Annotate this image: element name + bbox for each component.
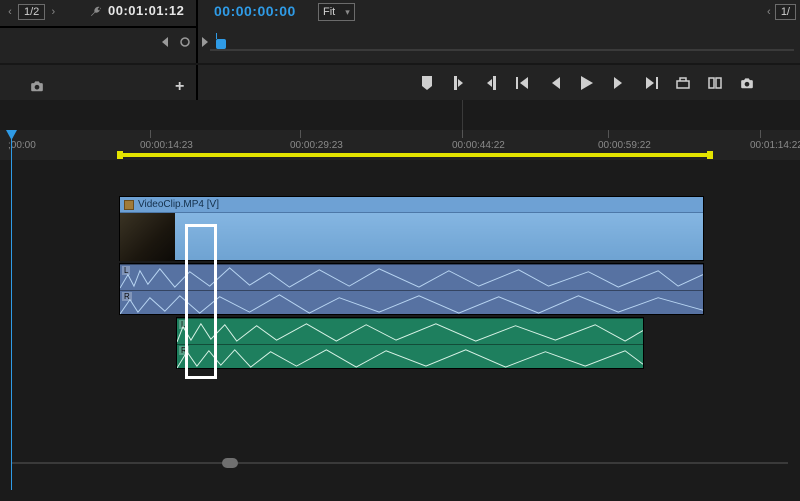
next-keyframe-icon[interactable]: [200, 37, 210, 47]
wrench-icon[interactable]: [90, 5, 102, 20]
transport-controls: [420, 76, 754, 90]
ruler-label: ;00:00: [8, 140, 36, 151]
add-button-icon[interactable]: +: [175, 78, 184, 96]
lift-icon[interactable]: [676, 76, 690, 90]
source-keyframe-nav: [160, 37, 210, 47]
marker-icon[interactable]: [420, 76, 434, 90]
clip-title: VideoClip.MP4 [V]: [138, 199, 219, 210]
source-page-indicator[interactable]: 1/2: [18, 4, 45, 20]
add-keyframe-icon[interactable]: [180, 37, 190, 47]
out-point-icon[interactable]: [484, 76, 498, 90]
program-page-indicator[interactable]: 1/: [775, 4, 796, 20]
extract-icon[interactable]: [708, 76, 722, 90]
zoom-fit-dropdown[interactable]: Fit ▾: [318, 3, 355, 21]
ruler-label: 00:00:29:23: [290, 140, 343, 151]
ruler-label: 00:01:14:22: [750, 140, 800, 151]
prev-keyframe-icon[interactable]: [160, 37, 170, 47]
scroll-thumb[interactable]: [222, 458, 238, 468]
chevron-down-icon: ▾: [345, 7, 350, 18]
go-to-in-icon[interactable]: [516, 76, 530, 90]
mini-playhead-icon[interactable]: [216, 39, 226, 49]
ruler-label: 00:00:14:23: [140, 140, 193, 151]
page-prev-icon[interactable]: ‹: [763, 6, 775, 18]
page-next-icon[interactable]: ›: [47, 6, 59, 18]
work-area-bar[interactable]: [120, 153, 710, 157]
page-prev-icon[interactable]: ‹: [4, 6, 16, 18]
source-paging: ‹ 1/2 ›: [4, 3, 59, 21]
go-to-out-icon[interactable]: [644, 76, 658, 90]
play-icon[interactable]: [580, 76, 594, 90]
clip-thumbnail: [120, 213, 175, 261]
program-paging: ‹ 1/: [763, 3, 796, 21]
export-frame-icon[interactable]: [740, 76, 754, 90]
external-audio-clip[interactable]: L R: [176, 317, 644, 369]
ruler-label: 00:00:59:22: [598, 140, 651, 151]
playhead[interactable]: [11, 130, 12, 490]
source-timecode[interactable]: 00:01:01:12: [108, 3, 184, 18]
monitor-toolbar: ‹ 1/2 › 00:01:01:12 + 00:00:00:00 Fit ▾ …: [0, 0, 800, 100]
ruler-label: 00:00:44:22: [452, 140, 505, 151]
program-timecode[interactable]: 00:00:00:00: [214, 3, 296, 19]
sync-highlight-box: [185, 224, 217, 379]
step-back-icon[interactable]: [548, 76, 562, 90]
fx-badge-icon: [124, 200, 134, 210]
timeline-panel: ;00:00 00:00:14:23 00:00:29:23 00:00:44:…: [0, 100, 800, 501]
program-mini-timeline[interactable]: [210, 33, 794, 57]
step-forward-icon[interactable]: [612, 76, 626, 90]
in-point-icon[interactable]: [452, 76, 466, 90]
time-ruler[interactable]: ;00:00 00:00:14:23 00:00:29:23 00:00:44:…: [0, 130, 800, 160]
snapshot-icon[interactable]: [30, 80, 44, 95]
zoom-fit-label: Fit: [323, 6, 335, 18]
timeline-h-scroll[interactable]: [12, 458, 788, 468]
